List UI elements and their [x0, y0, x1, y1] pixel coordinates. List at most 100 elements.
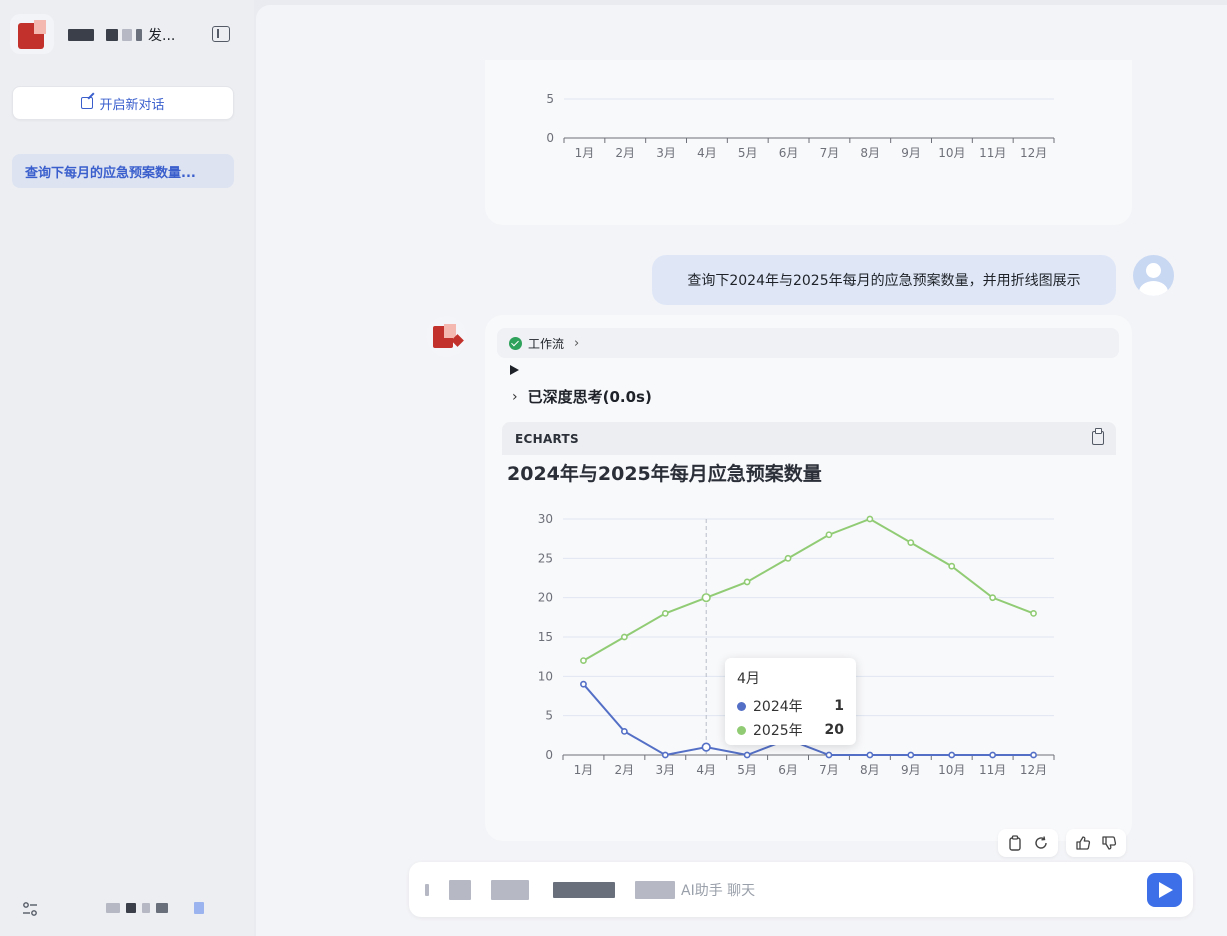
user-message-text: 查询下2024年与2025年每月的应急预案数量，并用折线图展示 — [687, 273, 1081, 289]
x-tick-label: 3月 — [655, 763, 675, 777]
x-tick-label: 10月 — [938, 146, 965, 160]
data-point — [948, 562, 956, 570]
edit-icon — [81, 97, 94, 109]
data-point — [907, 539, 915, 546]
data-point — [866, 751, 874, 759]
collapse-sidebar-icon[interactable] — [212, 26, 230, 42]
workflow-toggle[interactable]: 工作流 › — [497, 328, 1119, 358]
obscured-text — [122, 29, 132, 41]
data-point — [989, 751, 997, 759]
x-tick-label: 1月 — [575, 146, 595, 160]
data-point — [701, 742, 711, 752]
data-point — [661, 609, 669, 617]
data-point — [580, 657, 587, 664]
x-tick-label: 8月 — [860, 763, 880, 777]
deep-think-toggle[interactable]: › 已深度思考(0.0s) — [512, 386, 652, 407]
input-placeholder-text: AI助手 聊天 — [681, 883, 756, 899]
send-button[interactable] — [1147, 873, 1182, 907]
code-block-header: ECHARTS — [502, 422, 1116, 455]
tooltip-title: 4月 — [737, 671, 760, 687]
tooltip-row: 2025年 20 — [737, 718, 844, 742]
data-point — [620, 727, 628, 735]
chevron-right-icon: › — [574, 335, 580, 351]
user-message: 查询下2024年与2025年每月的应急预案数量，并用折线图展示 — [652, 255, 1116, 305]
app-logo — [10, 14, 54, 54]
tooltip-series-name: 2024年 — [753, 699, 803, 715]
legend-dot — [737, 701, 746, 711]
x-tick-label: 6月 — [779, 146, 799, 160]
data-point — [1030, 609, 1037, 617]
x-tick-label: 4月 — [696, 763, 716, 777]
bot-avatar — [426, 316, 467, 357]
chat-input[interactable]: AI助手 聊天 — [409, 862, 1193, 917]
x-tick-label: 12月 — [1020, 146, 1047, 160]
x-tick-label: 9月 — [901, 146, 921, 160]
workflow-label: 工作流 — [528, 336, 565, 351]
copy-icon[interactable] — [1006, 834, 1024, 852]
app-title-suffix: 发... — [148, 28, 176, 44]
x-tick-label: 10月 — [938, 763, 965, 777]
user-avatar-icon[interactable] — [1133, 255, 1174, 296]
series-line — [582, 517, 1034, 662]
sidebar: 发... 开启新对话 查询下每月的应急预案数量... — [0, 0, 254, 936]
y-tick-label: 5 — [546, 92, 554, 106]
new-chat-label: 开启新对话 — [99, 97, 165, 113]
data-point — [701, 593, 711, 603]
x-tick-label: 2月 — [615, 763, 635, 777]
y-tick-label: 25 — [538, 551, 553, 565]
x-tick-label: 7月 — [819, 763, 839, 777]
x-tick-label: 12月 — [1020, 763, 1047, 777]
data-point — [825, 531, 833, 539]
y-tick-label: 15 — [538, 630, 553, 644]
app-title: 发... — [68, 26, 175, 44]
user-name-obscured[interactable] — [106, 902, 204, 914]
data-point — [743, 751, 751, 759]
settings-icon[interactable] — [22, 900, 38, 918]
new-chat-button[interactable]: 开启新对话 — [12, 86, 234, 120]
x-tick-label: 1月 — [574, 763, 594, 777]
feedback-group — [1066, 829, 1126, 857]
y-tick-label: 10 — [538, 669, 553, 683]
thumbs-up-icon[interactable] — [1074, 834, 1092, 852]
data-point — [743, 578, 751, 586]
y-tick-label: 5 — [545, 709, 553, 723]
tooltip-series-name: 2025年 — [753, 723, 803, 739]
data-point — [620, 633, 628, 641]
x-tick-label: 9月 — [901, 763, 921, 777]
refresh-icon[interactable] — [1032, 834, 1050, 852]
thumbs-down-icon[interactable] — [1100, 834, 1118, 852]
x-tick-label: 4月 — [697, 146, 717, 160]
tooltip-series-value: 1 — [834, 698, 844, 714]
x-tick-label: 3月 — [656, 146, 676, 160]
x-tick-label: 5月 — [737, 763, 757, 777]
check-icon — [509, 336, 522, 350]
data-point — [866, 515, 874, 523]
data-point — [1030, 751, 1037, 759]
obscured-text — [136, 29, 142, 41]
input-placeholder: AI助手 聊天 — [425, 880, 755, 900]
legend-dot — [737, 725, 746, 735]
data-point — [580, 680, 587, 688]
data-point — [825, 751, 833, 759]
copy-icon[interactable] — [1092, 428, 1104, 445]
obscured-text — [68, 29, 94, 41]
data-point — [784, 554, 792, 562]
previous-chart-card: 0 5 1月 2月 3月 4月 5月 6月 7月 8月 9月 10月 11月 12月 — [485, 60, 1132, 225]
previous-chart: 0 5 1月 2月 3月 4月 5月 6月 7月 8月 9月 10月 11月 12月 — [546, 92, 1055, 160]
history-item-label: 查询下每月的应急预案数量... — [25, 165, 196, 181]
data-point — [989, 594, 997, 602]
deep-think-label: 已深度思考(0.0s) — [527, 388, 652, 406]
send-icon — [1159, 882, 1173, 898]
y-tick-label: 0 — [545, 748, 553, 762]
play-icon[interactable] — [510, 365, 519, 375]
y-tick-label: 0 — [546, 131, 554, 145]
x-tick-label: 5月 — [738, 146, 758, 160]
y-tick-label: 20 — [538, 591, 553, 605]
tooltip-series-value: 20 — [824, 722, 844, 738]
code-block-lang: ECHARTS — [515, 431, 579, 446]
x-tick-label: 6月 — [778, 763, 798, 777]
history-item[interactable]: 查询下每月的应急预案数量... — [12, 154, 234, 188]
chart-tooltip: 4月 2024年 1 2025年 20 — [725, 658, 856, 745]
chart-title: 2024年与2025年每月应急预案数量 — [507, 463, 822, 485]
x-tick-label: 11月 — [979, 763, 1006, 777]
